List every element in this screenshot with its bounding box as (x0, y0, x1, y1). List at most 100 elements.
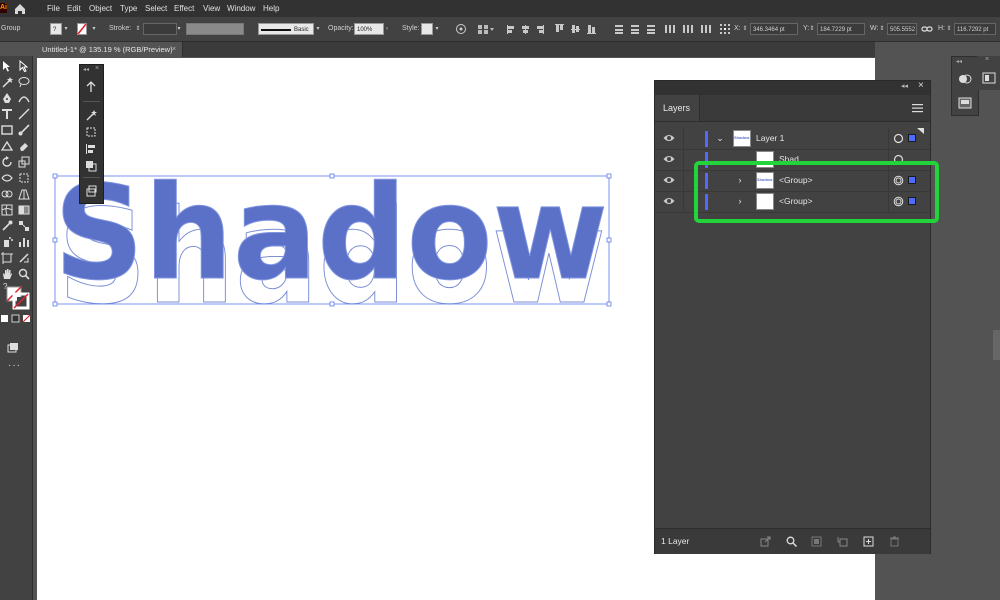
close-icon[interactable]: × (918, 80, 924, 91)
x-input[interactable]: 346.3464 pt (750, 23, 798, 35)
menu-file[interactable]: File (47, 0, 60, 17)
close-icon[interactable]: × (95, 65, 99, 72)
artboard-icon[interactable] (85, 185, 97, 197)
layer-name[interactable]: Layer 1 (756, 128, 784, 149)
align-left-icon[interactable] (85, 143, 97, 155)
new-sublayer-icon[interactable] (837, 536, 848, 547)
panel-menu-icon[interactable] (912, 103, 923, 113)
chevron-down-icon[interactable]: ▾ (63, 25, 69, 33)
y-input[interactable]: 184.7229 pt (817, 23, 865, 35)
stroke-weight-input[interactable] (143, 23, 177, 35)
shaper-tool-icon[interactable] (1, 140, 13, 152)
align-distribute-icons[interactable] (505, 23, 715, 35)
appearance-icon[interactable] (958, 73, 972, 85)
properties-icon[interactable] (982, 72, 996, 84)
screen-mode-icon[interactable] (7, 342, 19, 354)
slice-tool-icon[interactable] (18, 252, 30, 264)
color-mode-icons[interactable] (0, 314, 32, 324)
eye-icon[interactable] (663, 196, 675, 206)
w-input[interactable]: 505.5552 pt (887, 23, 917, 35)
column-graph-tool-icon[interactable] (18, 236, 30, 248)
menu-help[interactable]: Help (263, 0, 279, 17)
shadow-text-filled[interactable]: Shadow (54, 157, 609, 310)
align-grid-icon[interactable] (477, 23, 495, 35)
chevron-down-icon[interactable]: ▾ (315, 25, 321, 33)
collapse-icon[interactable]: ◂◂ (83, 66, 89, 73)
perspective-grid-tool-icon[interactable] (18, 188, 30, 200)
clipping-mask-icon[interactable] (811, 536, 822, 547)
tab-layers[interactable]: Layers (655, 95, 700, 121)
search-icon[interactable] (786, 536, 797, 547)
menu-edit[interactable]: Edit (67, 0, 81, 17)
layer-row[interactable]: ⌄ Shadow Layer 1 (655, 128, 930, 150)
scrollbar-thumb[interactable] (993, 330, 1000, 360)
chevron-down-icon[interactable]: ⌄ (715, 132, 725, 144)
chevron-down-icon[interactable]: ▾ (434, 25, 440, 33)
style-swatch[interactable] (421, 23, 433, 35)
hand-tool-icon[interactable] (1, 268, 13, 280)
shape-builder-tool-icon[interactable] (1, 188, 13, 200)
eye-icon[interactable] (663, 154, 675, 164)
layers-panel-titlebar[interactable]: ◂◂ × (655, 80, 930, 95)
line-segment-tool-icon[interactable] (18, 108, 30, 120)
y-stepper-icon[interactable]: ⇕ (809, 25, 815, 33)
width-tool-icon[interactable] (1, 172, 13, 184)
paintbrush-tool-icon[interactable] (18, 124, 30, 136)
variable-width-profile[interactable] (186, 23, 244, 35)
mesh-tool-icon[interactable] (1, 204, 13, 216)
menu-view[interactable]: View (203, 0, 220, 17)
trash-icon[interactable] (889, 536, 900, 547)
menu-effect[interactable]: Effect (174, 0, 194, 17)
h-input[interactable]: 116.7292 pt (954, 23, 996, 35)
more-tools-icon[interactable]: ··· (8, 360, 21, 371)
collapse-icon[interactable]: ◂◂ (901, 82, 908, 90)
free-transform-tool-icon[interactable] (18, 172, 30, 184)
panel-thumbnail-icon[interactable] (958, 97, 972, 109)
eraser-tool-icon[interactable] (18, 140, 30, 152)
symbol-sprayer-tool-icon[interactable] (1, 236, 13, 248)
eye-icon[interactable] (663, 133, 675, 143)
pen-tool-icon[interactable] (1, 92, 13, 104)
reference-point-icon[interactable] (719, 23, 731, 35)
menu-object[interactable]: Object (89, 0, 112, 17)
direct-selection-tool-icon[interactable] (18, 60, 30, 72)
lasso-icon[interactable] (18, 76, 30, 88)
puppet-warp-icon[interactable] (85, 81, 97, 93)
h-stepper-icon[interactable]: ⇕ (946, 25, 952, 33)
scale-tool-icon[interactable] (18, 156, 30, 168)
chevron-right-icon[interactable]: › (384, 25, 390, 33)
artboard-tool-icon[interactable] (1, 252, 13, 264)
close-icon[interactable]: × (172, 42, 176, 57)
new-layer-icon[interactable] (863, 536, 874, 547)
close-icon[interactable]: × (985, 56, 989, 63)
curvature-tool-icon[interactable] (18, 92, 30, 104)
menu-type[interactable]: Type (120, 0, 137, 17)
x-stepper-icon[interactable]: ⇕ (742, 25, 748, 33)
chevron-down-icon[interactable]: ▾ (91, 25, 97, 33)
home-icon[interactable] (13, 2, 27, 15)
document-tab[interactable]: Untitled-1* @ 135.19 % (RGB/Preview) × (37, 42, 183, 57)
gradient-tool-icon[interactable] (18, 204, 30, 216)
magic-wand-icon[interactable] (85, 109, 97, 121)
stroke-swatch-icon[interactable] (77, 23, 87, 35)
eyedropper-tool-icon[interactable] (1, 220, 13, 232)
zoom-tool-icon[interactable] (18, 268, 30, 280)
pathfinder-icon[interactable] (85, 160, 97, 172)
target-icon[interactable] (893, 133, 904, 144)
eye-icon[interactable] (663, 175, 675, 185)
blend-tool-icon[interactable] (18, 220, 30, 232)
brush-definition[interactable]: Basic (258, 23, 314, 35)
export-icon[interactable] (760, 536, 771, 547)
magic-wand-icon[interactable] (1, 76, 13, 88)
w-stepper-icon[interactable]: ⇕ (879, 25, 885, 33)
selection-tool-icon[interactable] (1, 60, 13, 72)
menu-window[interactable]: Window (227, 0, 255, 17)
link-icon[interactable] (921, 23, 933, 35)
rectangle-tool-icon[interactable] (1, 124, 13, 136)
floating-tools-panel[interactable]: ◂◂ × (79, 64, 104, 204)
selection-indicator[interactable] (908, 134, 916, 142)
recolor-artwork-icon[interactable] (455, 23, 467, 35)
transform-icon[interactable] (85, 126, 97, 138)
fill-stroke-swatch-icon[interactable] (6, 286, 30, 310)
rotate-tool-icon[interactable] (1, 156, 13, 168)
